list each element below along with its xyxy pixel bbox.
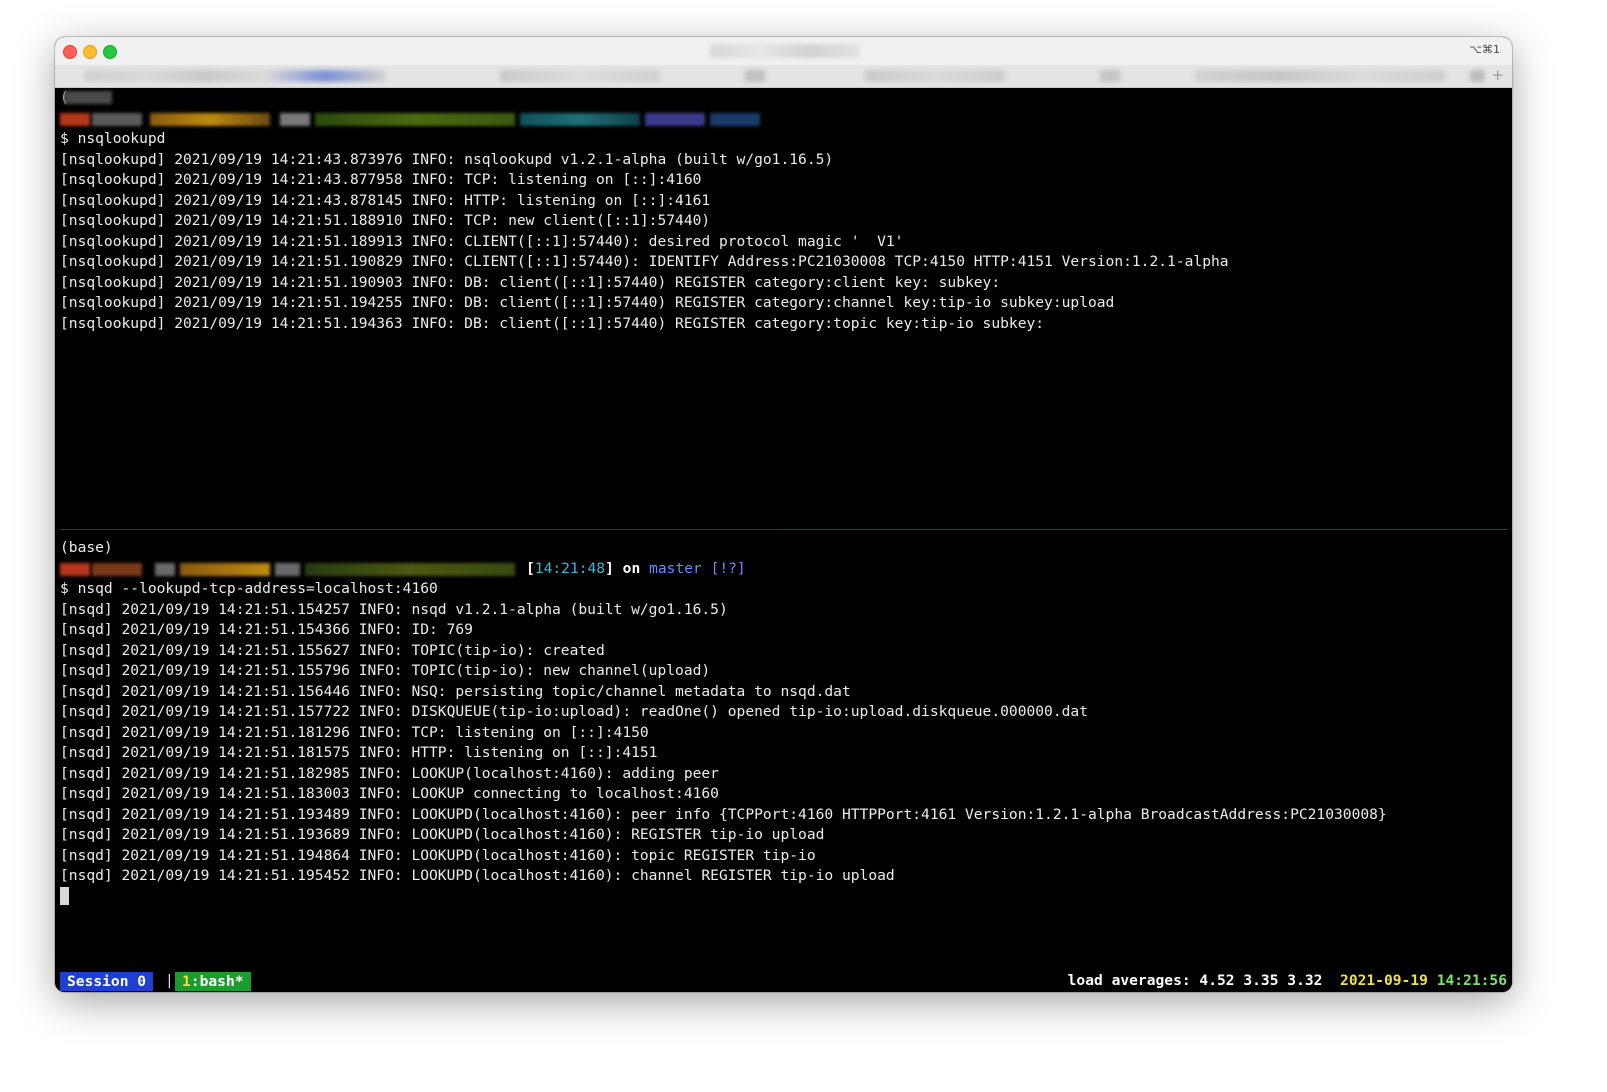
log-line: [nsqd] 2021/09/19 14:21:51.194864 INFO: … <box>60 846 816 864</box>
window-tab-bash[interactable]: 1:bash* <box>175 972 251 991</box>
log-line: [nsqlookupd] 2021/09/19 14:21:43.877958 … <box>60 171 702 188</box>
bottom-pane[interactable]: (base) [14:21:48] on master [!?] $ nsqd … <box>60 538 1507 963</box>
prompt-line: [14:21:48] on master [!?] <box>60 559 1507 580</box>
tab-redacted[interactable] <box>500 70 660 82</box>
base-label: (base) <box>60 539 113 556</box>
top-pane[interactable]: ( $ nsqlookupd [nsqlookupd] 2021/09/19 1… <box>60 88 1507 528</box>
log-line: [nsqd] 2021/09/19 14:21:51.195452 INFO: … <box>60 867 895 884</box>
log-line: [nsqd] 2021/09/19 14:21:51.155796 INFO: … <box>60 662 711 679</box>
log-line: [nsqd] 2021/09/19 14:21:51.183003 INFO: … <box>60 785 719 802</box>
prompt-redacted: ( <box>60 88 1507 109</box>
zoom-button[interactable] <box>103 45 117 59</box>
tmux-status-bar: Session 0 | 1:bash* load averages: 4.52 … <box>55 970 1512 992</box>
status-right: load averages: 4.52 3.35 3.32 2021-09-19… <box>1068 970 1507 992</box>
log-line: [nsqlookupd] 2021/09/19 14:21:51.188910 … <box>60 212 711 229</box>
log-line: [nsqd] 2021/09/19 14:21:51.193489 INFO: … <box>60 805 1387 823</box>
log-list: [nsqd] 2021/09/19 14:21:51.154257 INFO: … <box>60 600 1507 887</box>
log-line: [nsqlookupd] 2021/09/19 14:21:43.873976 … <box>60 150 834 168</box>
log-line: [nsqd] 2021/09/19 14:21:51.193689 INFO: … <box>60 826 825 843</box>
new-tab-button[interactable]: + <box>1491 66 1504 84</box>
close-button[interactable] <box>63 45 77 59</box>
tab-redacted[interactable] <box>1100 70 1120 82</box>
input-line[interactable] <box>60 886 1507 908</box>
prompt-info: [14:21:48] on master [!?] <box>526 559 746 577</box>
status-clock: 14:21:56 <box>1436 972 1507 989</box>
prompt-redacted <box>60 109 1507 130</box>
log-line: [nsqd] 2021/09/19 14:21:51.154366 INFO: … <box>60 621 473 638</box>
log-line: [nsqd] 2021/09/19 14:21:51.156446 INFO: … <box>60 682 851 700</box>
prompt-on: on <box>622 559 641 577</box>
log-line: [nsqd] 2021/09/19 14:21:51.181296 INFO: … <box>60 723 649 741</box>
log-line: [nsqd] 2021/09/19 14:21:51.182985 INFO: … <box>60 764 719 782</box>
status-date: 2021-09-19 <box>1340 972 1428 989</box>
log-line: [nsqlookupd] 2021/09/19 14:21:51.189913 … <box>60 232 904 250</box>
window-shortcut: ⌥⌘1 <box>1469 43 1500 56</box>
log-list: [nsqlookupd] 2021/09/19 14:21:43.873976 … <box>60 150 1507 335</box>
tab-bar: + <box>55 65 1512 88</box>
log-line: [nsqlookupd] 2021/09/19 14:21:51.190903 … <box>60 273 1001 291</box>
log-line: [nsqd] 2021/09/19 14:21:51.154257 INFO: … <box>60 600 728 618</box>
log-line: [nsqlookupd] 2021/09/19 14:21:51.190829 … <box>60 253 1229 270</box>
load-averages: load averages: 4.52 3.35 3.32 <box>1067 972 1323 989</box>
log-line: [nsqlookupd] 2021/09/19 14:21:51.194363 … <box>60 314 1045 332</box>
git-branch: master <box>649 559 702 577</box>
pane-divider[interactable] <box>60 529 1507 530</box>
terminal-window: ⌥⌘1 + ( $ nsqlooku <box>55 37 1512 992</box>
log-line: [nsqlookupd] 2021/09/19 14:21:51.194255 … <box>60 294 1115 311</box>
window-name: :bash* <box>190 973 244 990</box>
tab-redacted[interactable] <box>1470 70 1485 82</box>
tab-redacted[interactable] <box>85 70 385 82</box>
window-number: 1 <box>182 973 191 990</box>
session-label[interactable]: Session 0 <box>60 972 154 991</box>
window-title-redacted <box>710 44 860 58</box>
command-line: $ nsqlookupd <box>60 130 166 147</box>
prompt-time: 14:21:48 <box>534 559 606 577</box>
terminal-area[interactable]: ( $ nsqlookupd [nsqlookupd] 2021/09/19 1… <box>55 88 1512 992</box>
text-cursor <box>60 886 69 905</box>
log-line: [nsqd] 2021/09/19 14:21:51.155627 INFO: … <box>60 641 605 659</box>
tab-redacted[interactable] <box>1195 70 1445 82</box>
tab-redacted[interactable] <box>745 70 765 82</box>
command-line: $ nsqd --lookupd-tcp-address=localhost:4… <box>60 580 438 597</box>
log-line: [nsqd] 2021/09/19 14:21:51.157722 INFO: … <box>60 703 1088 720</box>
log-line: [nsqd] 2021/09/19 14:21:51.181575 INFO: … <box>60 744 658 761</box>
status-separator: | <box>165 972 174 989</box>
tab-redacted[interactable] <box>865 70 1005 82</box>
title-bar: ⌥⌘1 <box>55 37 1512 66</box>
git-status: [!?] <box>710 559 746 577</box>
minimize-button[interactable] <box>83 45 97 59</box>
log-line: [nsqlookupd] 2021/09/19 14:21:43.878145 … <box>60 191 711 209</box>
